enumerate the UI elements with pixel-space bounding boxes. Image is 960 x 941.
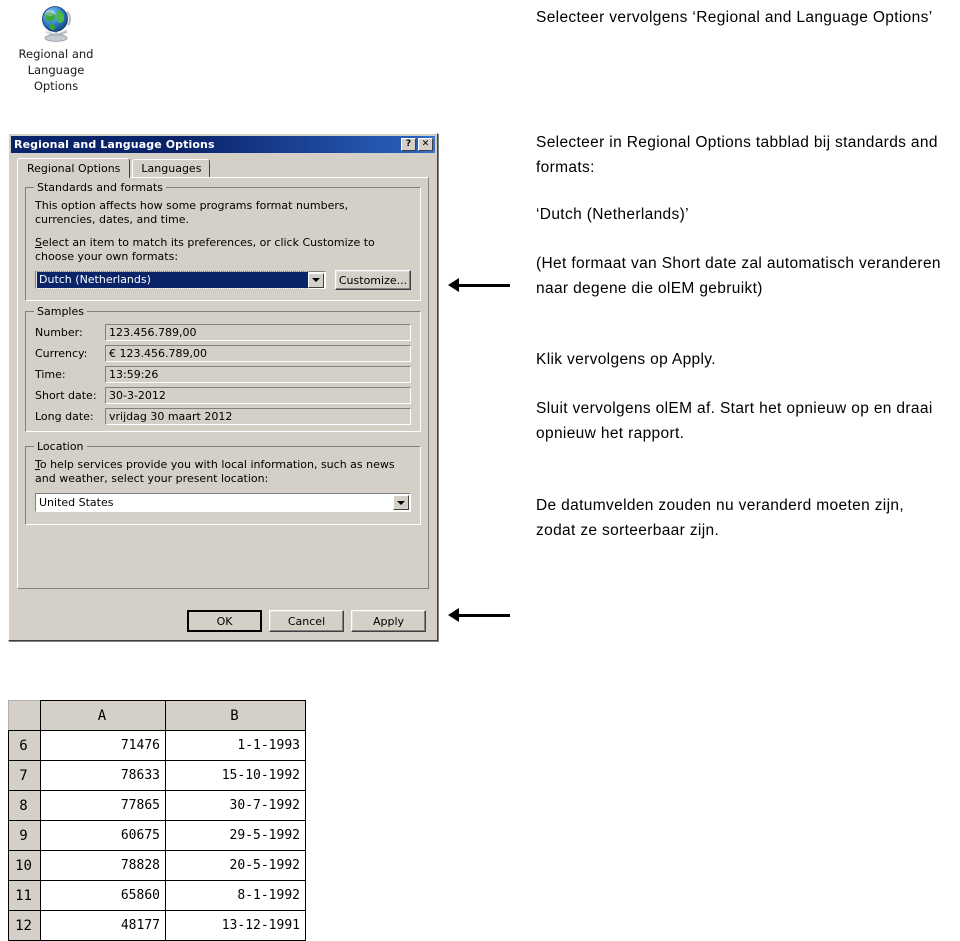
icon-label-line-3: Options — [33, 79, 79, 93]
tab-page-regional-options: Standards and formats This option affect… — [17, 177, 429, 589]
location-select-value: United States — [39, 495, 114, 509]
regional-and-language-options-dialog: Regional and Language Options ? ✕ Region… — [8, 133, 438, 641]
column-header-b[interactable]: B — [165, 700, 306, 731]
instruction-step-6: Sluit vervolgens olEM af. Start het opni… — [536, 400, 933, 442]
standards-and-formats-group: Standards and formats This option affect… — [25, 181, 421, 301]
instruction-step-7: De datumvelden zouden nu veranderd moete… — [536, 497, 905, 539]
instruction-step-2: Selecteer in Regional Options tabblad bi… — [536, 134, 938, 176]
cell-b[interactable]: 15-10-1992 — [165, 760, 306, 791]
table-row: 9 60675 29-5-1992 — [8, 820, 306, 851]
locale-select-value: Dutch (Netherlands) — [36, 271, 309, 289]
arrow-shaft — [459, 283, 510, 287]
arrow-pointing-to-apply-button — [448, 608, 510, 622]
cell-b[interactable]: 8-1-1992 — [165, 880, 306, 911]
tab-regional-options[interactable]: Regional Options — [17, 158, 131, 178]
globe-icon — [4, 2, 108, 46]
arrow-pointing-to-locale-select — [448, 278, 510, 292]
tab-languages[interactable]: Languages — [132, 159, 211, 177]
locale-select[interactable]: Dutch (Netherlands) — [35, 271, 326, 289]
sample-value-long-date: vrijdag 30 maart 2012 — [105, 408, 411, 425]
table-row: 12 48177 13-12-1991 — [8, 910, 306, 941]
samples-group: Samples Number: 123.456.789,00 Currency:… — [25, 305, 421, 432]
table-header-row: A B — [8, 700, 306, 731]
dialog-button-bar: OK Cancel Apply — [9, 610, 437, 632]
row-header[interactable]: 12 — [8, 910, 41, 941]
table-row: 10 78828 20-5-1992 — [8, 850, 306, 881]
sheet-corner-cell — [8, 700, 41, 731]
dialog-title: Regional and Language Options — [14, 138, 215, 151]
sample-label-time: Time: — [35, 368, 66, 381]
location-select[interactable]: United States — [35, 493, 411, 512]
sample-label-short-date: Short date: — [35, 389, 97, 402]
column-header-a[interactable]: A — [40, 700, 166, 731]
sample-row-long-date: Long date: vrijdag 30 maart 2012 — [35, 408, 411, 425]
table-row: 7 78633 15-10-1992 — [8, 760, 306, 791]
row-header[interactable]: 8 — [8, 790, 41, 821]
location-group-title: Location — [34, 440, 87, 453]
spreadsheet-table: A B 6 71476 1-1-1993 7 78633 15-10-1992 … — [8, 700, 306, 941]
cell-a[interactable]: 78633 — [40, 760, 166, 791]
sample-label-currency: Currency: — [35, 347, 88, 360]
standards-group-title: Standards and formats — [34, 181, 166, 194]
instruction-step-5: Klik vervolgens op Apply. — [536, 351, 716, 368]
standards-description: This option affects how some programs fo… — [35, 199, 349, 226]
location-description: To help services provide you with local … — [35, 458, 395, 485]
sample-row-number: Number: 123.456.789,00 — [35, 324, 411, 341]
table-row: 8 77865 30-7-1992 — [8, 790, 306, 821]
table-row: 11 65860 8-1-1992 — [8, 880, 306, 911]
cell-b[interactable]: 29-5-1992 — [165, 820, 306, 851]
chevron-down-icon[interactable] — [393, 495, 409, 510]
cell-a[interactable]: 71476 — [40, 730, 166, 761]
cell-a[interactable]: 77865 — [40, 790, 166, 821]
instruction-step-3: ‘Dutch (Netherlands)’ — [536, 206, 689, 223]
table-row: 6 71476 1-1-1993 — [8, 730, 306, 761]
customize-button[interactable]: Customize... — [335, 270, 411, 290]
sample-row-short-date: Short date: 30-3-2012 — [35, 387, 411, 404]
apply-button[interactable]: Apply — [351, 610, 426, 632]
arrow-head-icon — [448, 608, 459, 622]
chevron-down-icon[interactable] — [308, 272, 324, 288]
sample-row-time: Time: 13:59:26 — [35, 366, 411, 383]
location-group: Location To help services provide you wi… — [25, 440, 421, 525]
location-select-wrapper: United States — [35, 493, 411, 512]
samples-group-title: Samples — [34, 305, 87, 318]
cell-b[interactable]: 20-5-1992 — [165, 850, 306, 881]
sample-row-currency: Currency: € 123.456.789,00 — [35, 345, 411, 362]
tab-strip: Regional Options Languages — [17, 158, 437, 178]
instruction-step-4: (Het formaat van Short date zal automati… — [536, 255, 941, 297]
row-header[interactable]: 6 — [8, 730, 41, 761]
row-header[interactable]: 7 — [8, 760, 41, 791]
desktop-icon-regional-and-language-options[interactable]: Regional and Language Options — [4, 2, 108, 94]
sample-value-number: 123.456.789,00 — [105, 324, 411, 341]
sample-value-time: 13:59:26 — [105, 366, 411, 383]
cell-a[interactable]: 78828 — [40, 850, 166, 881]
help-button[interactable]: ? — [401, 138, 416, 151]
instruction-step-1: Selecteer vervolgens ‘Regional and Langu… — [536, 9, 933, 26]
row-header[interactable]: 10 — [8, 850, 41, 881]
icon-label-line-2: Language — [27, 63, 85, 77]
arrow-shaft — [459, 613, 510, 617]
cell-a[interactable]: 48177 — [40, 910, 166, 941]
cancel-button[interactable]: Cancel — [269, 610, 344, 632]
sample-value-currency: € 123.456.789,00 — [105, 345, 411, 362]
row-header[interactable]: 11 — [8, 880, 41, 911]
cell-b[interactable]: 13-12-1991 — [165, 910, 306, 941]
cell-a[interactable]: 60675 — [40, 820, 166, 851]
standards-select-help: Select an item to match its preferences,… — [35, 236, 375, 263]
cell-b[interactable]: 1-1-1993 — [165, 730, 306, 761]
dialog-titlebar[interactable]: Regional and Language Options ? ✕ — [11, 136, 435, 153]
ok-button[interactable]: OK — [187, 610, 262, 632]
arrow-head-icon — [448, 278, 459, 292]
sample-value-short-date: 30-3-2012 — [105, 387, 411, 404]
desktop-icon-label: Regional and Language Options — [4, 46, 108, 94]
sample-label-number: Number: — [35, 326, 83, 339]
close-button[interactable]: ✕ — [418, 138, 433, 151]
sample-label-long-date: Long date: — [35, 410, 94, 423]
cell-a[interactable]: 65860 — [40, 880, 166, 911]
cell-b[interactable]: 30-7-1992 — [165, 790, 306, 821]
row-header[interactable]: 9 — [8, 820, 41, 851]
icon-label-line-1: Regional and — [18, 47, 94, 61]
